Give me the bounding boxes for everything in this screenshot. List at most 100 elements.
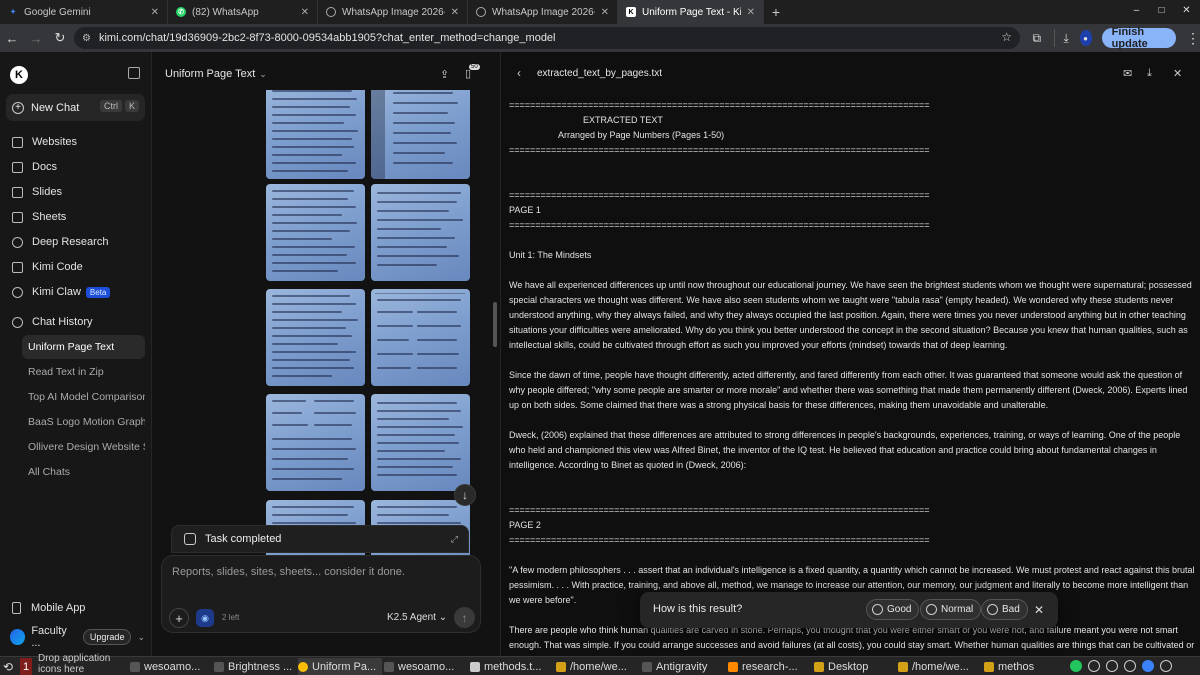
agent-mode-icon[interactable]: ◉ <box>196 609 214 627</box>
maximize-icon[interactable]: □ <box>1156 5 1167 16</box>
chat-title[interactable]: Uniform Page Text ⌄ <box>165 68 267 80</box>
remaining-count: 2 left <box>222 613 240 622</box>
tray-app-icon[interactable] <box>1070 660 1082 672</box>
new-chat-button[interactable]: + New Chat Ctrl K <box>6 94 145 121</box>
chat-history-heading: Chat History <box>32 316 93 328</box>
sidebar-item-sheets[interactable]: Sheets <box>6 206 145 228</box>
chat-scrollbar[interactable] <box>493 302 497 347</box>
mobile-app-link[interactable]: Mobile App <box>6 597 145 619</box>
sidebar-item-label: Deep Research <box>32 236 109 248</box>
taskbar-item[interactable]: wesoamo... <box>384 658 468 675</box>
taskbar-item[interactable]: Antigravity <box>642 658 726 675</box>
close-icon[interactable]: ✕ <box>301 7 309 18</box>
tab-kimi-active[interactable]: K Uniform Page Text - Kimi ✕ <box>618 0 764 24</box>
kimi-logo[interactable]: K <box>10 66 28 84</box>
expand-icon[interactable]: ⤢ <box>451 534 458 545</box>
chevron-down-icon[interactable]: ⌄ <box>137 632 145 643</box>
back-icon[interactable]: ‹ <box>517 66 521 80</box>
feedback-normal-button[interactable]: Normal <box>920 599 982 620</box>
updates-icon[interactable] <box>1142 660 1154 672</box>
clock-icon <box>12 316 23 328</box>
globe-icon <box>476 7 486 17</box>
tab-whatsapp-image-1[interactable]: WhatsApp Image 2026-03-28 a ✕ <box>318 0 468 24</box>
close-icon[interactable]: ✕ <box>1173 67 1185 80</box>
user-menu[interactable]: Faculty ... Upgrade ⌄ <box>6 625 145 649</box>
feedback-bad-button[interactable]: Bad <box>981 599 1028 620</box>
history-item-uniform-page-text[interactable]: Uniform Page Text <box>22 335 145 359</box>
page-image-thumbnail[interactable] <box>266 394 365 491</box>
bluetooth-icon[interactable] <box>1088 660 1100 672</box>
finish-update-button[interactable]: Finish update <box>1101 26 1176 50</box>
close-icon[interactable]: ✕ <box>1034 603 1044 617</box>
sidebar-collapse-icon[interactable] <box>128 67 140 79</box>
taskbar-item[interactable]: wesoamo... <box>130 658 222 675</box>
sidebar-item-slides[interactable]: Slides <box>6 181 145 203</box>
taskbar-item[interactable]: /home/we... <box>556 658 640 675</box>
app-menu-icon[interactable]: ⟲ <box>3 658 13 675</box>
address-bar[interactable]: ⚙ kimi.com/chat/19d36909-2bc2-8f73-8000-… <box>74 27 1020 49</box>
page-image-thumbnail[interactable] <box>371 90 470 179</box>
close-icon[interactable]: ✕ <box>747 7 755 18</box>
taskbar-item[interactable]: Brightness ... <box>214 658 298 675</box>
page-image-thumbnail[interactable] <box>266 289 365 386</box>
taskbar-item[interactable]: /home/we... <box>898 658 982 675</box>
new-tab-button[interactable]: + <box>764 0 788 24</box>
workspace-1-badge[interactable]: 1 <box>20 658 32 675</box>
volume-icon[interactable] <box>1124 660 1136 672</box>
tab-google-gemini[interactable]: ✦ Google Gemini ✕ <box>0 0 168 24</box>
send-button[interactable]: ↑ <box>454 607 475 628</box>
model-selector[interactable]: K2.5 Agent ⌄ <box>387 612 447 623</box>
sidebar-item-deep-research[interactable]: Deep Research <box>6 231 145 253</box>
reload-icon[interactable]: ↻ <box>48 30 72 46</box>
forward-icon[interactable]: → <box>24 31 48 46</box>
sidebar-item-kimi-claw[interactable]: Kimi Claw Beta <box>6 281 145 303</box>
share-icon[interactable]: ⇪ <box>440 68 452 81</box>
sidebar-item-kimi-code[interactable]: Kimi Code <box>6 256 145 278</box>
network-icon[interactable] <box>1106 660 1118 672</box>
profile-avatar-icon[interactable]: ● <box>1079 30 1092 46</box>
page-image-thumbnail[interactable] <box>371 184 470 281</box>
tab-whatsapp-image-2[interactable]: WhatsApp Image 2026-03-28 a ✕ <box>468 0 618 24</box>
taskbar-item[interactable]: research-... <box>728 658 812 675</box>
sidebar-item-label: Websites <box>32 136 78 148</box>
taskbar-item-active[interactable]: Uniform Pa... <box>298 658 382 675</box>
close-icon[interactable]: ✕ <box>151 7 159 18</box>
site-info-icon[interactable]: ⚙ <box>82 33 91 44</box>
task-completed-card[interactable]: Task completed ⤢ <box>171 525 469 553</box>
mail-icon[interactable]: ✉ <box>1123 67 1135 80</box>
menu-kebab-icon[interactable]: ⋮ <box>1186 30 1200 47</box>
mobile-app-label: Mobile App <box>31 602 86 614</box>
close-icon[interactable]: ✕ <box>601 7 609 18</box>
history-item-all-chats[interactable]: All Chats <box>22 460 145 484</box>
bookmark-star-icon[interactable]: ☆ <box>1001 30 1012 44</box>
message-composer[interactable]: Reports, slides, sites, sheets... consid… <box>161 555 481 633</box>
sidebar-item-docs[interactable]: Docs <box>6 156 145 178</box>
close-icon[interactable]: ✕ <box>451 7 459 18</box>
history-item-top-ai-model-comparison[interactable]: Top AI Model Comparison <box>22 385 145 409</box>
history-item-ollivere[interactable]: Ollivere Design Website S... <box>22 435 145 459</box>
upgrade-button[interactable]: Upgrade <box>82 629 132 645</box>
power-icon[interactable] <box>1160 660 1172 672</box>
terminal-icon <box>130 661 140 672</box>
page-image-thumbnail[interactable] <box>266 184 365 281</box>
sidebar-item-chat-history[interactable]: Chat History <box>6 311 145 333</box>
taskbar-item[interactable]: methos <box>984 658 1062 675</box>
page-image-thumbnail[interactable] <box>266 90 365 179</box>
extensions-icon[interactable]: ⧉ <box>1030 29 1044 47</box>
feedback-good-button[interactable]: Good <box>866 599 920 620</box>
scroll-down-button[interactable]: ↓ <box>454 484 476 506</box>
page-image-thumbnail[interactable] <box>371 289 470 386</box>
history-item-read-text-in-zip[interactable]: Read Text in Zip <box>22 360 145 384</box>
window-close-icon[interactable]: ✕ <box>1181 5 1192 16</box>
back-icon[interactable]: ← <box>0 31 24 46</box>
minimize-icon[interactable]: – <box>1131 5 1142 16</box>
tab-whatsapp[interactable]: ✆ (82) WhatsApp ✕ <box>168 0 318 24</box>
download-icon[interactable]: ⤓ <box>1053 29 1070 47</box>
taskbar-item[interactable]: methods.t... <box>470 658 554 675</box>
download-icon[interactable]: ⤓ <box>1147 67 1159 79</box>
page-image-thumbnail[interactable] <box>371 394 470 491</box>
add-attachment-button[interactable]: + <box>169 608 189 628</box>
history-item-baas-logo[interactable]: BaaS Logo Motion Graphics <box>22 410 145 434</box>
sidebar-item-websites[interactable]: Websites <box>6 131 145 153</box>
taskbar-item[interactable]: Desktop <box>814 658 898 675</box>
